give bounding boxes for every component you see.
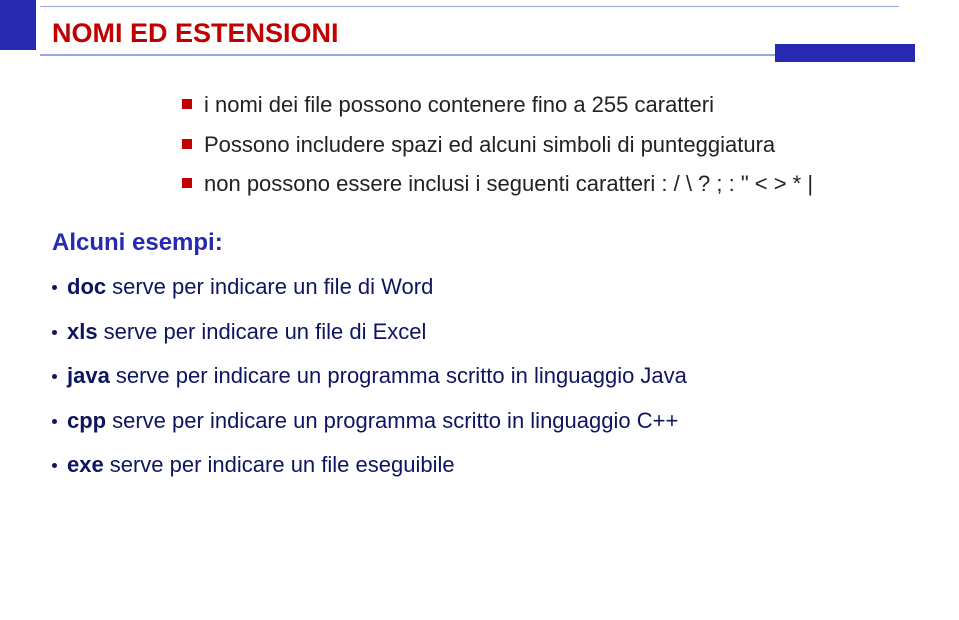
bullet-text: non possono essere inclusi i seguenti ca… (204, 169, 907, 199)
examples-heading: Alcuni esempi: (52, 229, 907, 257)
extension-item: xlsserve per indicare un file di Excel (52, 318, 907, 347)
extension-item: exeserve per indicare un file eseguibile (52, 451, 907, 480)
extension-item: cppserve per indicare un programma scrit… (52, 407, 907, 436)
header-accent-left (0, 0, 36, 50)
header-rule-bottom (40, 54, 899, 56)
extension-text: cppserve per indicare un programma scrit… (67, 407, 907, 436)
dot-bullet-icon (52, 330, 57, 335)
bullet-text: i nomi dei file possono contenere fino a… (204, 90, 907, 120)
square-bullet-icon (182, 178, 192, 188)
bullet-item: non possono essere inclusi i seguenti ca… (182, 169, 907, 199)
bullet-item: Possono includere spazi ed alcuni simbol… (182, 130, 907, 160)
extension-name: cpp (67, 408, 106, 433)
extension-desc: serve per indicare un file di Word (112, 274, 433, 299)
extension-list: docserve per indicare un file di Word xl… (52, 273, 907, 480)
extension-desc: serve per indicare un programma scritto … (112, 408, 678, 433)
dot-bullet-icon (52, 419, 57, 424)
extension-desc: serve per indicare un file eseguibile (110, 452, 455, 477)
extension-name: exe (67, 452, 104, 477)
dot-bullet-icon (52, 463, 57, 468)
slide-title: NOMI ED ESTENSIONI (52, 18, 339, 49)
bullet-list: i nomi dei file possono contenere fino a… (182, 90, 907, 199)
extension-name: java (67, 363, 110, 388)
bullet-item: i nomi dei file possono contenere fino a… (182, 90, 907, 120)
header-rule-top (40, 6, 899, 7)
extension-desc: serve per indicare un file di Excel (104, 319, 427, 344)
extension-text: xlsserve per indicare un file di Excel (67, 318, 907, 347)
square-bullet-icon (182, 139, 192, 149)
extension-text: exeserve per indicare un file eseguibile (67, 451, 907, 480)
header-accent-right (775, 44, 915, 62)
extension-item: javaserve per indicare un programma scri… (52, 362, 907, 391)
dot-bullet-icon (52, 285, 57, 290)
slide-content: i nomi dei file possono contenere fino a… (52, 90, 907, 496)
extension-desc: serve per indicare un programma scritto … (116, 363, 687, 388)
square-bullet-icon (182, 99, 192, 109)
extension-item: docserve per indicare un file di Word (52, 273, 907, 302)
extension-text: javaserve per indicare un programma scri… (67, 362, 907, 391)
bullet-text: Possono includere spazi ed alcuni simbol… (204, 130, 907, 160)
extension-name: xls (67, 319, 98, 344)
extension-text: docserve per indicare un file di Word (67, 273, 907, 302)
dot-bullet-icon (52, 374, 57, 379)
extension-name: doc (67, 274, 106, 299)
